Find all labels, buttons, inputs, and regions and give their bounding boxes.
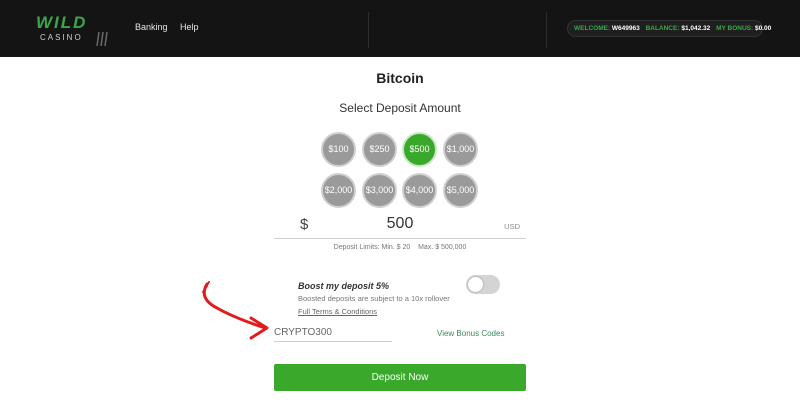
amount-button-2000[interactable]: $2,000 xyxy=(321,173,356,208)
bonus-value: $0.00 xyxy=(754,25,772,32)
welcome-label: WELCOME: xyxy=(574,25,611,32)
bonus-code-input[interactable] xyxy=(274,324,392,342)
top-header: WILD CASINO Banking Help WELCOME: W64996… xyxy=(0,0,800,57)
account-summary[interactable]: WELCOME: W649963 BALANCE: $1,042.32 MY B… xyxy=(567,20,771,37)
wild-casino-logo[interactable]: WILD CASINO xyxy=(36,13,108,49)
logo-wild-text: WILD xyxy=(36,13,88,32)
amount-button-500[interactable]: $500 xyxy=(402,132,437,167)
deposit-now-button[interactable]: Deposit Now xyxy=(274,364,526,391)
red-arrow-icon xyxy=(202,281,269,340)
currency-code: USD xyxy=(504,222,520,231)
view-bonus-codes-link[interactable]: View Bonus Codes xyxy=(437,329,504,338)
logo-casino-text: CASINO xyxy=(40,33,83,42)
amount-button-250[interactable]: $250 xyxy=(362,132,397,167)
amount-button-5000[interactable]: $5,000 xyxy=(443,173,478,208)
header-divider xyxy=(546,12,547,48)
amount-field[interactable]: $ 500 USD xyxy=(274,212,526,239)
nav-banking[interactable]: Banking xyxy=(135,22,168,32)
page-subtitle: Select Deposit Amount xyxy=(339,101,461,115)
boost-toggle[interactable] xyxy=(466,275,500,294)
bonus-label: MY BONUS: xyxy=(716,25,754,32)
balance-value: $1,042.32 xyxy=(681,25,711,32)
claw-marks-icon xyxy=(96,31,108,47)
welcome-value: W649963 xyxy=(611,25,640,32)
header-divider xyxy=(368,12,369,48)
amount-button-4000[interactable]: $4,000 xyxy=(402,173,437,208)
amount-button-3000[interactable]: $3,000 xyxy=(362,173,397,208)
amount-value[interactable]: 500 xyxy=(274,215,526,233)
balance-label: BALANCE: xyxy=(645,25,680,32)
toggle-knob xyxy=(468,277,483,292)
boost-title: Boost my deposit 5% xyxy=(298,281,390,291)
amount-button-100[interactable]: $100 xyxy=(321,132,356,167)
deposit-limits: Deposit Limits: Min. $ 20 Max. $ 500,000 xyxy=(333,244,467,251)
amount-button-1000[interactable]: $1,000 xyxy=(443,132,478,167)
page-title: Bitcoin xyxy=(376,70,424,86)
terms-link[interactable]: Full Terms & Conditions xyxy=(298,307,377,316)
nav-help[interactable]: Help xyxy=(180,22,199,32)
boost-note: Boosted deposits are subject to a 10x ro… xyxy=(298,294,450,303)
